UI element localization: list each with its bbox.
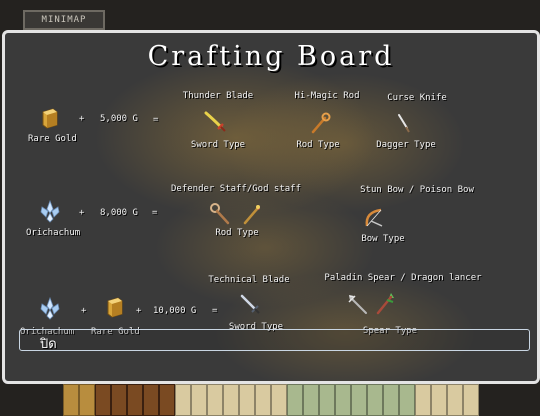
result-type: Rod Type — [215, 228, 259, 238]
floor-tile — [335, 384, 351, 416]
floor-tile — [223, 384, 239, 416]
floor-tile — [255, 384, 271, 416]
dagger-icon[interactable] — [391, 111, 415, 135]
floor-tile — [207, 384, 223, 416]
plus-sign: + — [81, 306, 87, 316]
crystal-icon — [40, 199, 60, 223]
floor-tile — [431, 384, 447, 416]
result-name: Stun Bow / Poison Bow — [360, 185, 474, 195]
result-type: Rod Type — [296, 140, 340, 150]
sword-icon[interactable] — [203, 109, 227, 133]
floor-tile — [127, 384, 143, 416]
floor-tile — [111, 384, 127, 416]
close-button-label: ปิด — [40, 337, 57, 352]
equals-sign: = — [212, 306, 218, 316]
result-type: Bow Type — [361, 234, 405, 244]
floor-tile — [239, 384, 255, 416]
gold-cost: 8,000 G — [100, 208, 138, 218]
spear-icon[interactable] — [345, 292, 369, 316]
gold-cost: 5,000 G — [100, 114, 138, 124]
ingredient-label: Rare Gold — [28, 134, 77, 144]
floor-tile — [175, 384, 191, 416]
floor-tiles — [63, 384, 483, 416]
result-type: Sword Type — [190, 140, 246, 150]
floor-tile — [383, 384, 399, 416]
floor-tile — [63, 384, 79, 416]
floor-tile — [79, 384, 95, 416]
floor-tile — [415, 384, 431, 416]
result-name: Curse Knife — [387, 93, 447, 103]
staff-icon[interactable] — [240, 202, 264, 226]
crafting-board-window: Crafting Board Rare Gold + 5,000 G = Thu… — [2, 30, 540, 384]
result-name: Thunder Blade — [182, 91, 254, 101]
floor-tile — [463, 384, 479, 416]
result-type: Dagger Type — [376, 140, 436, 150]
floor-tile — [95, 384, 111, 416]
floor-tile — [143, 384, 159, 416]
floor-tile — [287, 384, 303, 416]
floor-tile — [367, 384, 383, 416]
rod-icon[interactable] — [308, 111, 332, 135]
floor-tile — [159, 384, 175, 416]
gold-ingot-icon — [42, 108, 58, 129]
result-name: Hi-Magic Rod — [294, 91, 360, 101]
floor-tile — [191, 384, 207, 416]
result-name: Technical Blade — [208, 275, 290, 285]
floor-tile — [399, 384, 415, 416]
board-title: Crafting Board — [147, 41, 395, 72]
floor-tile — [303, 384, 319, 416]
gold-cost: 10,000 G — [153, 306, 197, 316]
floor-tile — [271, 384, 287, 416]
plus-sign: + — [79, 114, 85, 124]
plus-sign: + — [136, 306, 142, 316]
result-name: Paladin Spear / Dragon lancer — [324, 273, 482, 283]
floor-tile — [447, 384, 463, 416]
minimap-tab[interactable]: MINIMAP — [23, 10, 105, 30]
blade-icon[interactable] — [238, 292, 262, 316]
crystal-icon — [40, 296, 60, 320]
ingredient-label: Orichachum — [26, 228, 81, 238]
floor-tile — [351, 384, 367, 416]
equals-sign: = — [152, 208, 158, 218]
close-button[interactable]: ปิด — [19, 329, 530, 352]
gold-ingot-icon — [107, 297, 123, 318]
bow-icon[interactable] — [362, 206, 386, 230]
spear-icon[interactable] — [373, 291, 397, 315]
equals-sign: = — [153, 115, 159, 125]
result-name: Defender Staff/God staff — [170, 184, 302, 194]
plus-sign: + — [79, 208, 85, 218]
floor-tile — [319, 384, 335, 416]
staff-icon[interactable] — [208, 202, 232, 226]
